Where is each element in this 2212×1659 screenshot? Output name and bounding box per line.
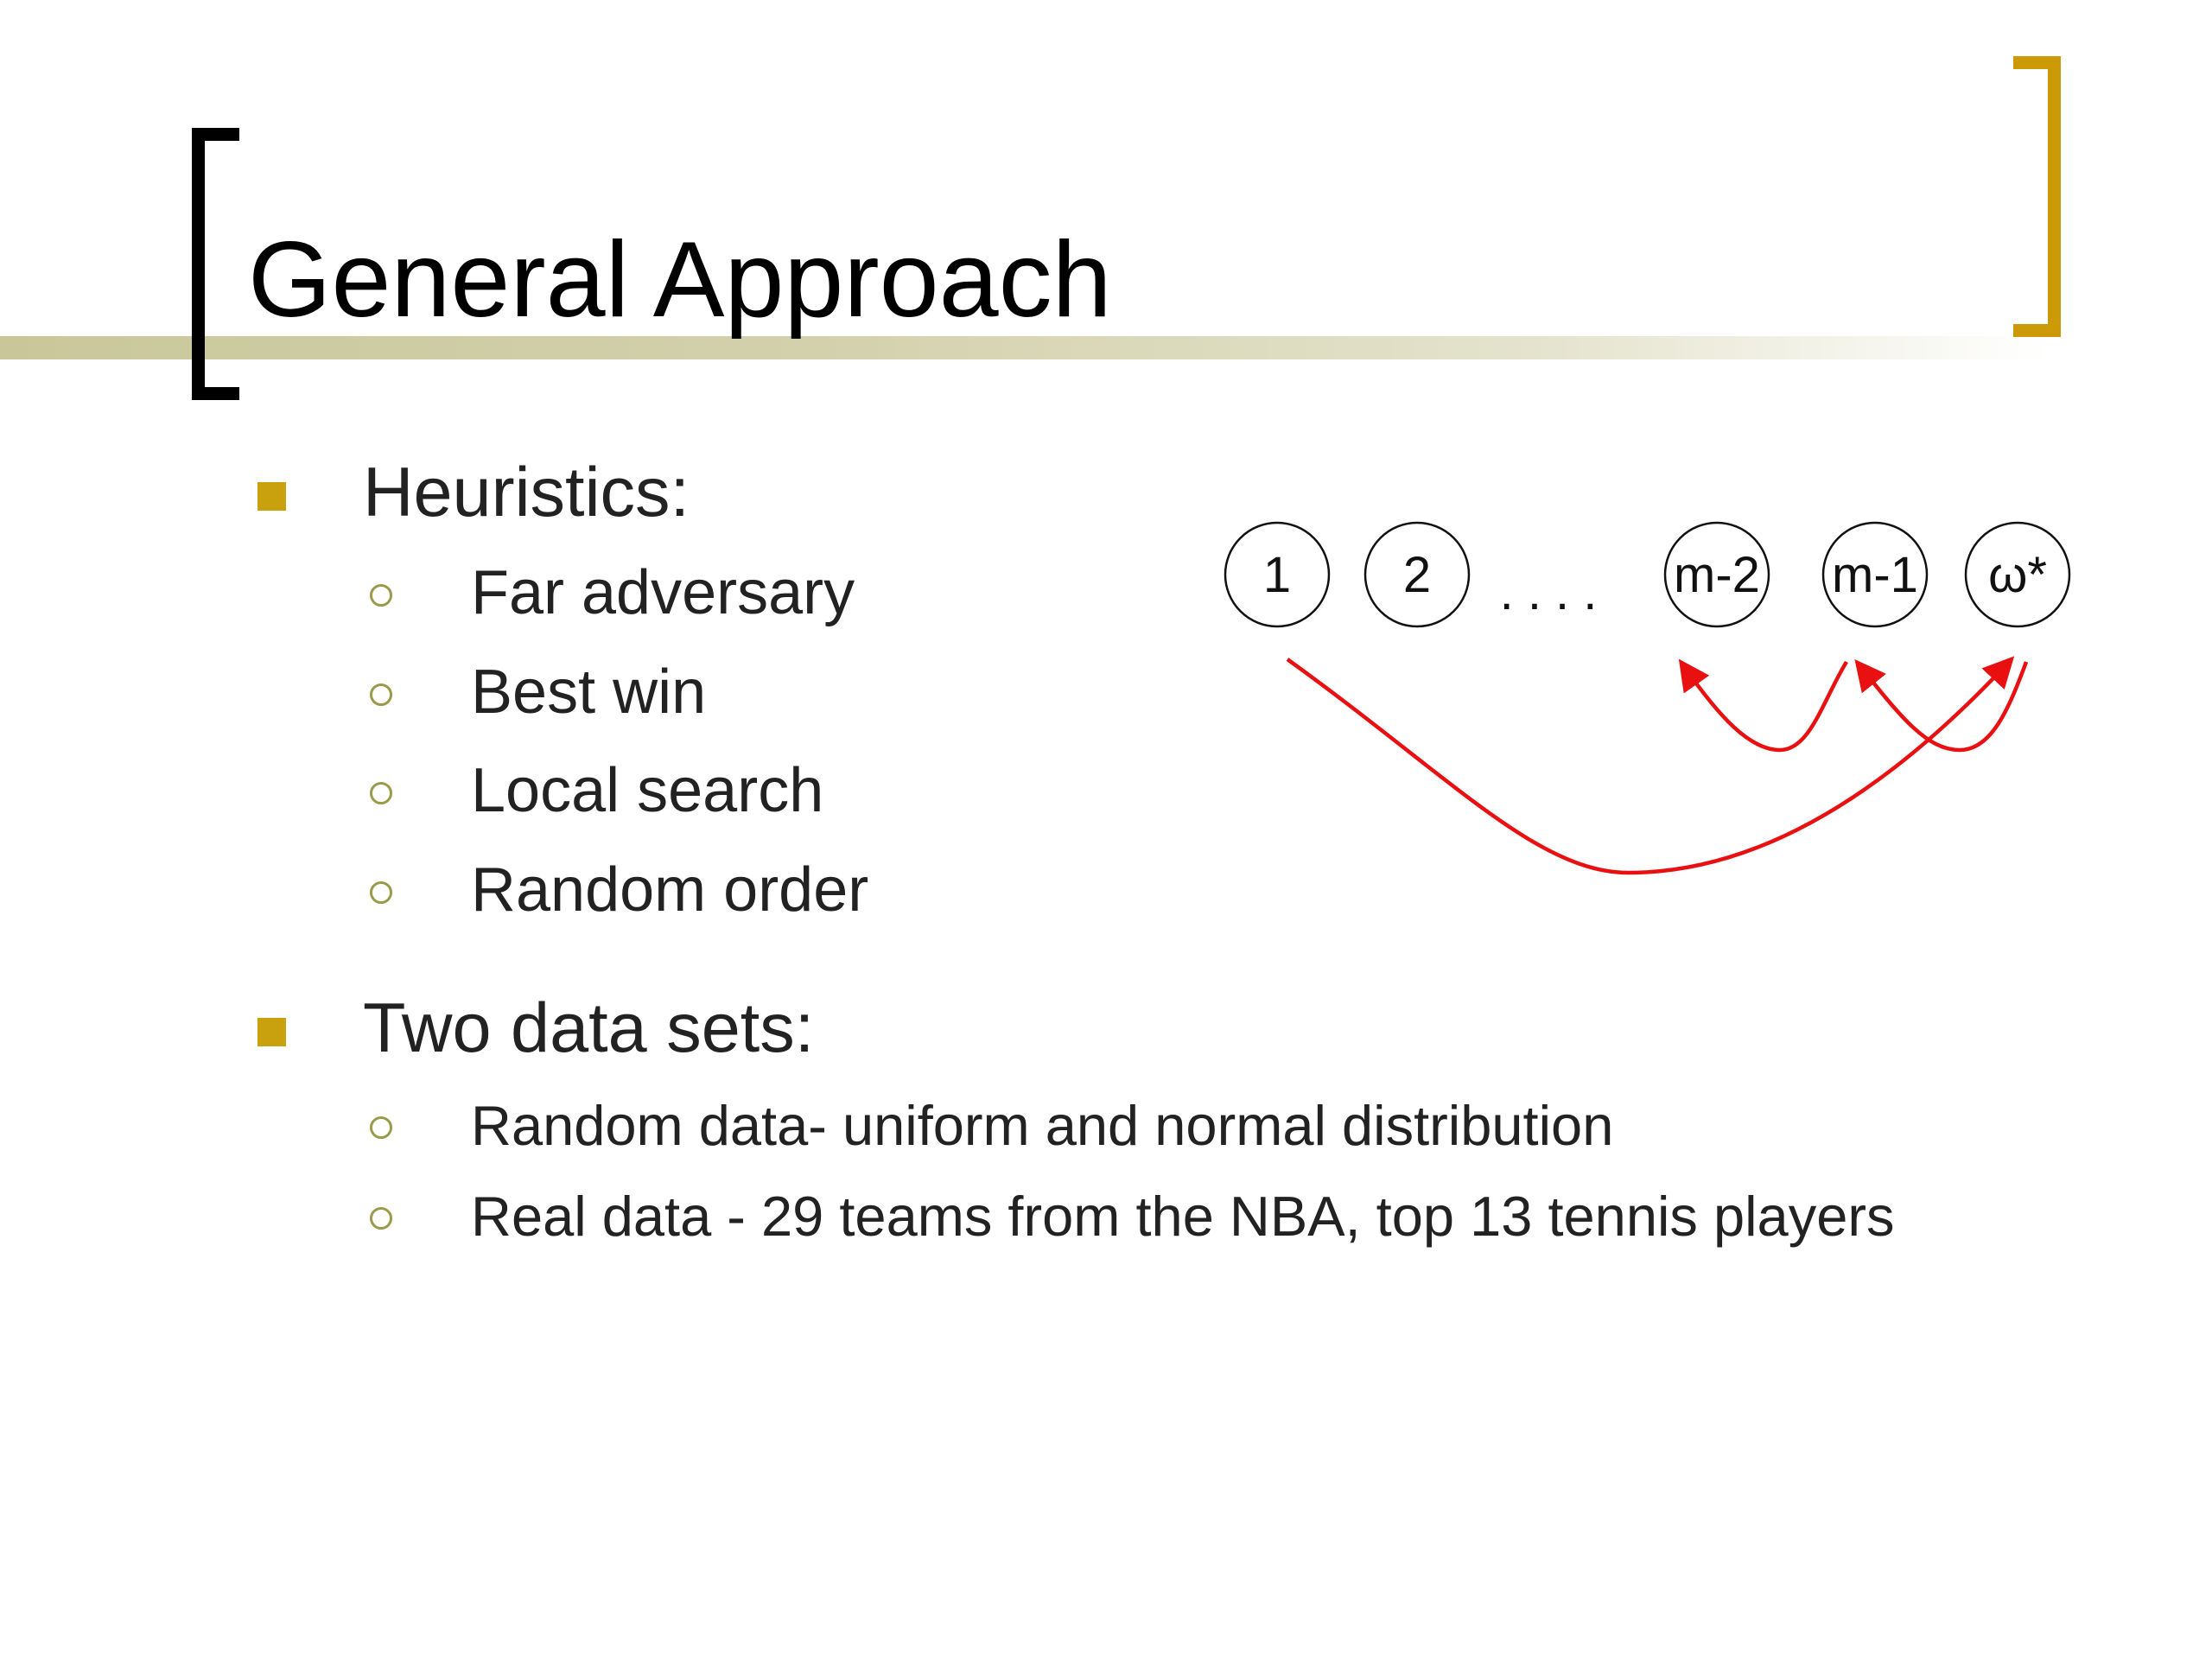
ranking-diagram: 1 2 . . . . m-2 m-1 ω* <box>1224 521 2071 875</box>
node-label: m-1 <box>1832 547 1918 603</box>
node-label: ω* <box>1988 547 2047 603</box>
diagram-ellipsis: . . . . <box>1500 564 1598 620</box>
node-label: 2 <box>1403 547 1431 603</box>
diagram-arrow <box>1854 658 2029 753</box>
diagram-node: 2 <box>1363 521 1471 628</box>
diagram-arrow <box>1286 656 2015 875</box>
node-label: m-2 <box>1674 547 1760 603</box>
diagram-node: 1 <box>1224 521 1331 628</box>
node-label: 1 <box>1263 547 1291 603</box>
diagram-node: ω* <box>1964 521 2071 628</box>
diagram-node: m-2 <box>1663 521 1770 628</box>
slide: General Approach Heuristics: Far adversa… <box>0 0 2212 1659</box>
diagram-arrow <box>1678 658 1848 753</box>
diagram-node: m-1 <box>1821 521 1929 628</box>
